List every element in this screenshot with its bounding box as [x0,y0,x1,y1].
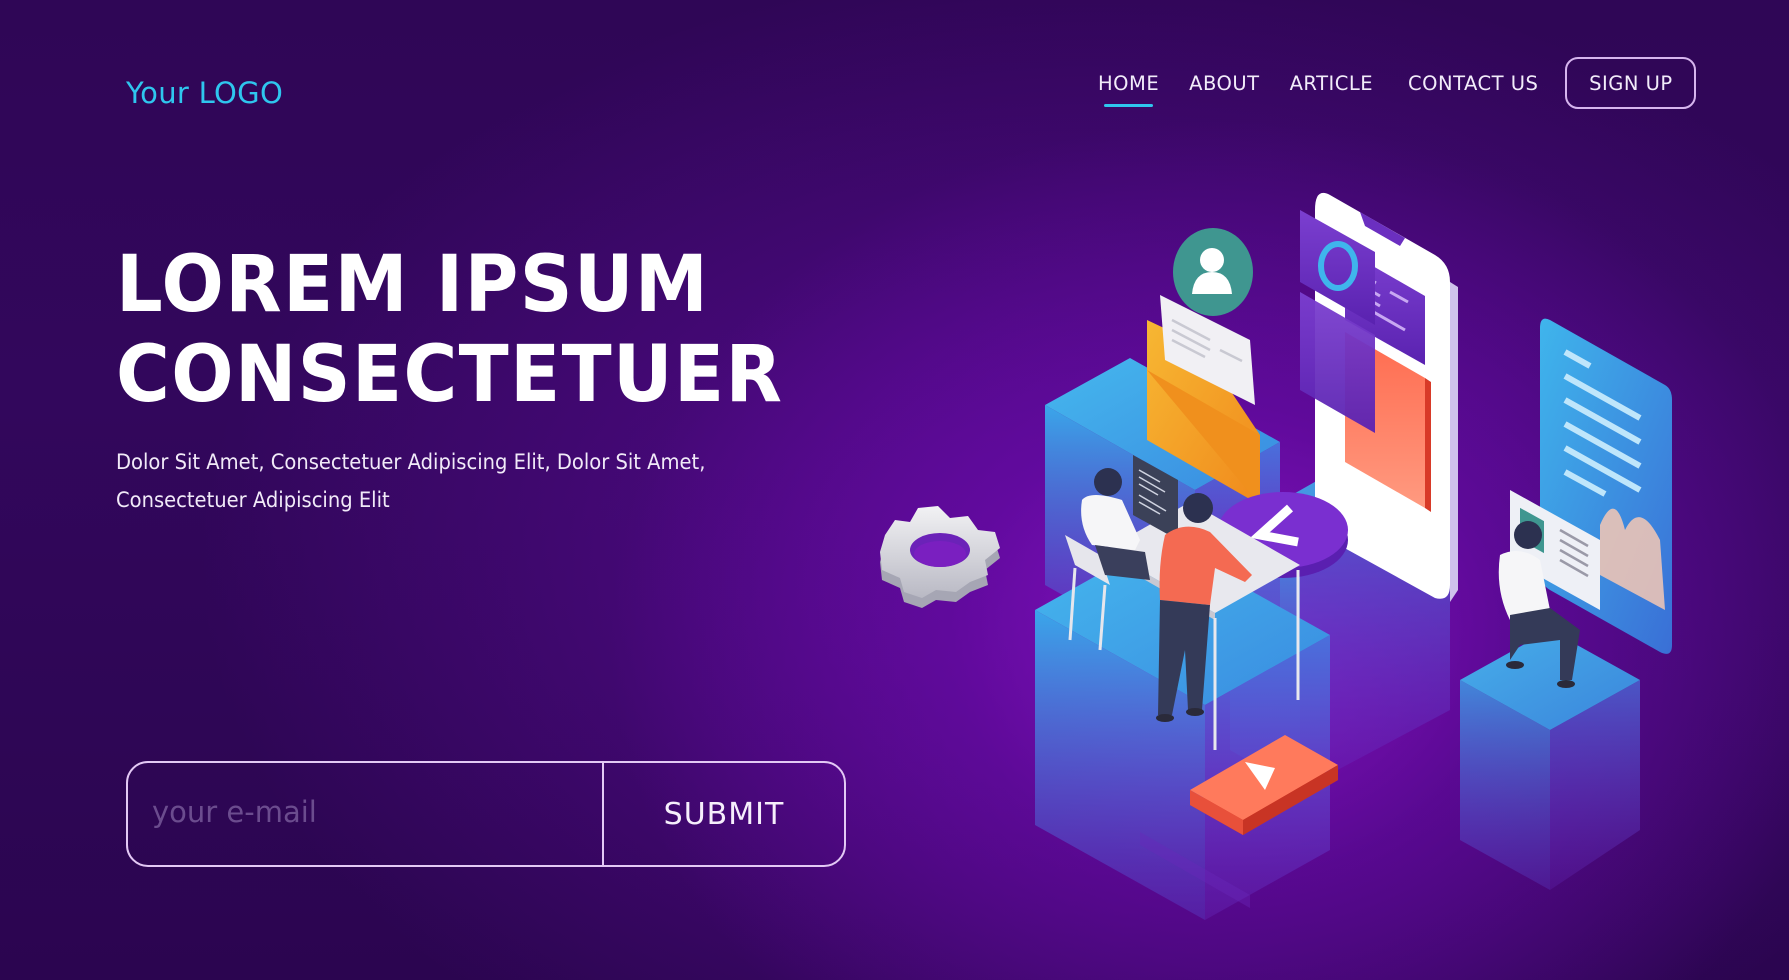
nav-contact-us[interactable]: CONTACT US [1408,72,1538,95]
gear-icon [880,506,1000,608]
hero-subtitle-line-1: Dolor Sit Amet, Consectetuer Adipiscing … [116,450,706,474]
nav-contact-label: CONTACT US [1408,71,1539,95]
hero-illustration [860,190,1680,950]
subscribe-form: SUBMIT [126,761,846,867]
hero-subtitle: Dolor Sit Amet, Consectetuer Adipiscing … [116,443,767,519]
nav-article[interactable]: ARTICLE [1290,72,1373,95]
hero-title-line-1: LOREM IPSUM [116,240,710,330]
user-avatar-icon [1173,228,1253,316]
submit-button[interactable]: SUBMIT [602,763,844,865]
landing-page: Your LOGO HOME ABOUT ARTICLE CONTACT US … [0,0,1789,980]
hero-title: LOREM IPSUM CONSECTETUER [116,240,783,420]
hero-title-line-2: CONSECTETUER [116,330,784,420]
nav-about[interactable]: ABOUT [1189,72,1259,95]
hero-subtitle-line-2: Consectetuer Adipiscing Elit [116,488,390,512]
email-input[interactable] [128,763,602,865]
nav-home-label: HOME [1098,71,1160,95]
document-panel-icon [1540,318,1672,654]
sign-up-button[interactable]: SIGN UP [1565,57,1697,109]
main-nav: HOME ABOUT ARTICLE CONTACT US SIGN UP [1098,56,1697,110]
nav-article-label: ARTICLE [1289,71,1374,95]
active-nav-indicator [1104,103,1154,107]
nav-home[interactable]: HOME [1098,71,1160,107]
logo[interactable]: Your LOGO [126,76,283,110]
nav-about-label: ABOUT [1189,71,1260,95]
